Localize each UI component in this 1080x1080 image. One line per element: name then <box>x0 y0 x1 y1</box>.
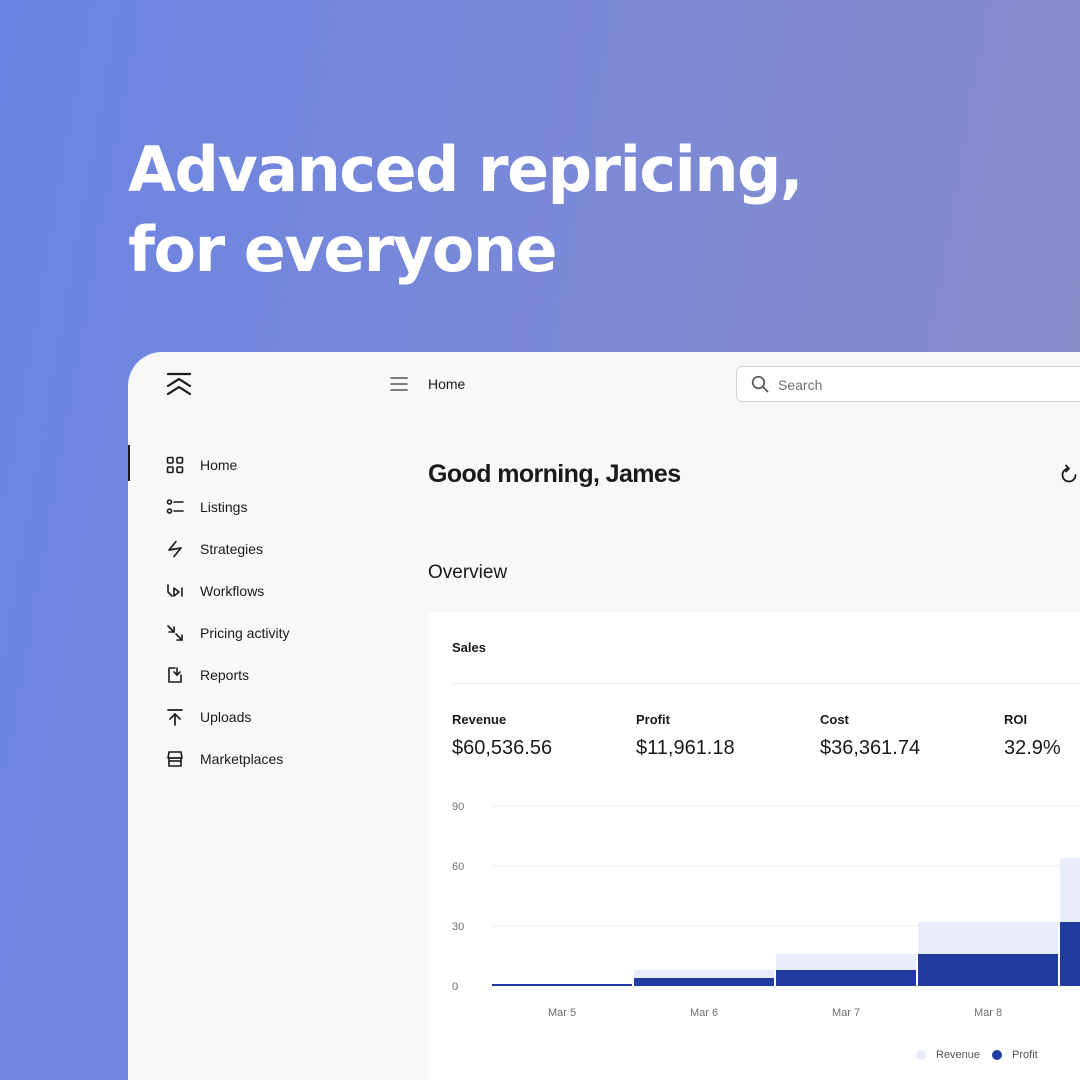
metric-label: Profit <box>636 712 670 727</box>
sidebar-item-reports[interactable]: Reports <box>128 654 408 696</box>
x-tick-label: Mar 6 <box>690 1007 718 1019</box>
sidebar-item-label: Uploads <box>200 709 252 725</box>
report-icon <box>166 666 184 684</box>
x-tick-label: Mar 8 <box>974 1007 1002 1019</box>
metric-value: 32.9% <box>1004 737 1061 759</box>
metric-label: Cost <box>820 712 849 727</box>
sidebar-item-strategies[interactable]: Strategies <box>128 528 408 570</box>
metric-label: Revenue <box>452 712 507 727</box>
greeting-heading: Good morning, James <box>428 460 681 488</box>
sidebar-item-label: Marketplaces <box>200 751 284 767</box>
chart-legend: Revenue Profit <box>916 1049 1050 1061</box>
sidebar-item-label: Strategies <box>200 541 264 557</box>
store-icon <box>166 750 184 768</box>
metric-roi: ROI 32.9% <box>1004 712 1061 760</box>
grid-icon <box>166 456 184 474</box>
app-window: Home Home Listings <box>128 352 1080 1080</box>
sidebar-item-label: Workflows <box>200 583 265 599</box>
legend-label: Revenue <box>936 1049 981 1061</box>
overview-heading: Overview <box>428 562 508 583</box>
sidebar-item-label: Reports <box>200 667 250 683</box>
y-tick-label: 0 <box>452 981 458 993</box>
y-tick-label: 30 <box>452 921 464 933</box>
logo-icon <box>166 372 192 396</box>
sales-card: Sales Revenue $60,536.56 Profit $11,961.… <box>428 612 1080 1080</box>
sidebar-item-home[interactable]: Home <box>128 444 408 486</box>
y-tick-label: 60 <box>452 861 464 873</box>
sidebar-item-workflows[interactable]: Workflows <box>128 570 408 612</box>
y-tick-label: 90 <box>452 801 464 813</box>
divider <box>452 683 1080 684</box>
lightning-icon <box>166 540 184 558</box>
menu-icon[interactable] <box>390 376 408 392</box>
sidebar-item-marketplaces[interactable]: Marketplaces <box>128 738 408 780</box>
bar-profit <box>634 978 774 986</box>
legend-swatch <box>916 1050 926 1060</box>
search-icon <box>751 375 769 393</box>
legend-label: Profit <box>1012 1049 1038 1061</box>
sales-bar-chart: 0306090Mar 5Mar 6Mar 7Mar 8Mar 9 <box>452 801 1080 1019</box>
list-icon <box>166 498 184 516</box>
bar-profit <box>776 970 916 986</box>
metric-revenue: Revenue $60,536.56 <box>452 712 552 760</box>
legend-swatch <box>992 1050 1003 1060</box>
sidebar-nav: Home Listings Strategies Workflows Prici… <box>128 444 408 780</box>
sidebar-item-label: Pricing activity <box>200 625 290 641</box>
upload-icon <box>166 708 184 726</box>
sidebar-item-uploads[interactable]: Uploads <box>128 696 408 738</box>
bar-profit <box>492 984 632 986</box>
arrows-icon <box>166 624 184 642</box>
bar-profit <box>1060 922 1080 986</box>
bar-profit <box>918 954 1058 986</box>
metric-label: ROI <box>1004 712 1028 727</box>
hero-title: Advanced repricing, for everyone <box>128 133 803 286</box>
sidebar-item-label: Home <box>200 457 238 473</box>
sidebar-item-listings[interactable]: Listings <box>128 486 408 528</box>
sales-card-title: Sales <box>452 640 486 655</box>
metric-cost: Cost $36,361.74 <box>820 712 920 760</box>
workflow-icon <box>166 582 184 600</box>
metric-profit: Profit $11,961.18 <box>636 712 735 760</box>
x-tick-label: Mar 5 <box>548 1007 576 1019</box>
refresh-icon[interactable] <box>1058 464 1080 486</box>
x-tick-label: Mar 7 <box>832 1007 860 1019</box>
legend-item-revenue: Revenue <box>916 1049 980 1061</box>
metric-value: $60,536.56 <box>452 737 553 759</box>
legend-item-profit: Profit <box>992 1049 1038 1061</box>
search-box[interactable] <box>736 366 1080 402</box>
sidebar-item-pricing-activity[interactable]: Pricing activity <box>128 612 408 654</box>
metric-value: $36,361.74 <box>820 737 921 759</box>
metric-value: $11,961.18 <box>636 737 735 759</box>
page-title: Home <box>428 376 466 392</box>
sidebar-item-label: Listings <box>200 499 248 515</box>
search-input[interactable] <box>778 375 1078 395</box>
